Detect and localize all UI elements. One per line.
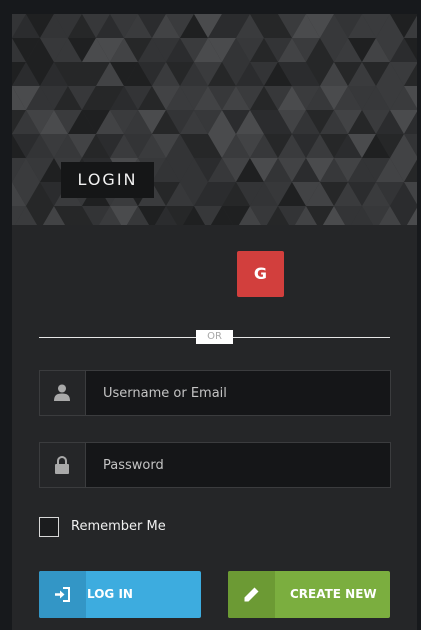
password-field bbox=[39, 442, 391, 488]
divider-line-left bbox=[39, 337, 196, 338]
divider-line-right bbox=[233, 337, 390, 338]
create-new-button[interactable]: CREATE NEW bbox=[228, 571, 390, 618]
login-card: LOGIN G OR Remember Me bbox=[12, 14, 417, 630]
remember-me-label[interactable]: Remember Me bbox=[71, 518, 191, 536]
username-field bbox=[39, 370, 391, 416]
google-login-button[interactable]: G bbox=[237, 251, 284, 297]
google-icon: G bbox=[253, 264, 268, 283]
header-banner: LOGIN bbox=[12, 14, 417, 225]
password-input[interactable] bbox=[86, 443, 390, 487]
remember-me-checkbox[interactable] bbox=[39, 517, 59, 537]
sign-in-icon bbox=[39, 571, 86, 618]
create-new-button-label: CREATE NEW bbox=[290, 587, 377, 601]
username-input[interactable] bbox=[86, 371, 390, 415]
page-title: LOGIN bbox=[61, 162, 154, 198]
user-icon bbox=[40, 371, 86, 415]
login-button[interactable]: LOG IN bbox=[39, 571, 201, 618]
lock-icon bbox=[40, 443, 86, 487]
login-button-label: LOG IN bbox=[87, 587, 133, 601]
pencil-icon bbox=[228, 571, 275, 618]
or-divider-label: OR bbox=[196, 330, 233, 344]
